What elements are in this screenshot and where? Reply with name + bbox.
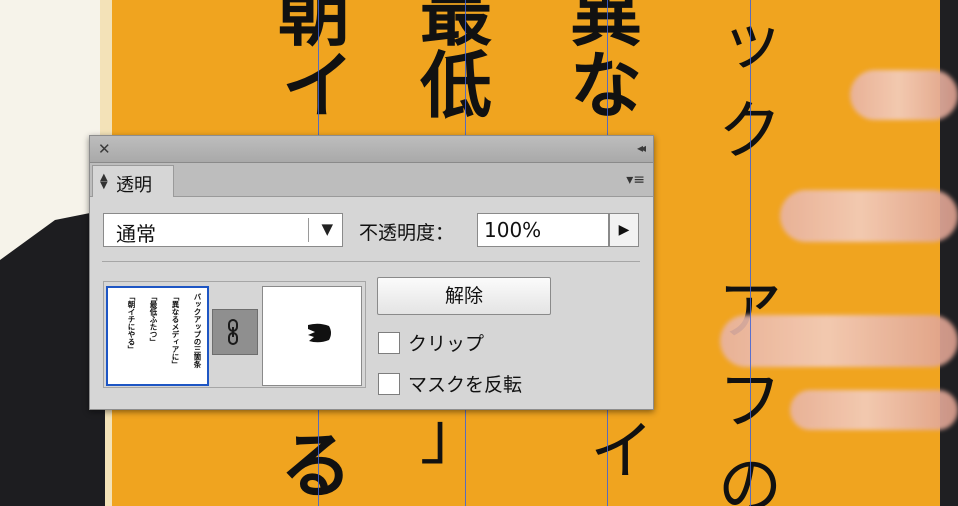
chain-link-icon — [228, 319, 238, 345]
hand-finger — [790, 390, 958, 430]
artwork-glyph: イ — [590, 415, 654, 489]
hand-finger — [780, 190, 958, 242]
blend-mode-value: 通常 — [116, 222, 156, 246]
blend-mode-dropdown[interactable]: 通常 ▼ — [103, 213, 343, 247]
artwork-glyph: る — [280, 423, 353, 506]
chevron-down-icon[interactable]: ▼ — [321, 220, 333, 238]
close-icon[interactable]: ✕ — [98, 140, 111, 158]
thumbnail-text: 「異なるメディアに」 — [171, 293, 180, 368]
artwork-glyph: な — [570, 43, 643, 128]
invert-mask-label: マスクを反転 — [408, 374, 523, 396]
artwork-glyph: ッ — [720, 5, 784, 79]
artwork-thumbnail[interactable]: バックアップの三箇条 「異なるメディアに」 「最低ふたつ」 「朝イチにやる」 — [106, 286, 209, 386]
mask-thumbnails: バックアップの三箇条 「異なるメディアに」 「最低ふたつ」 「朝イチにやる」 — [103, 281, 366, 388]
thumbnail-text: バックアップの三箇条 — [193, 293, 202, 368]
tab-expand-icon[interactable]: ▲ ▼ — [100, 173, 108, 191]
clip-checkbox[interactable] — [378, 332, 400, 354]
mask-thumbnail[interactable] — [262, 286, 362, 386]
clip-label: クリップ — [408, 333, 485, 355]
panel-menu-icon[interactable]: ▾≡ — [626, 172, 645, 188]
tab-label: 透明 — [116, 175, 152, 196]
link-mask-button[interactable] — [212, 309, 258, 355]
opacity-input[interactable]: 100% — [477, 213, 609, 247]
release-button[interactable]: 解除 — [377, 277, 551, 315]
thumbnail-text: 「最低ふたつ」 — [149, 293, 158, 346]
panel-divider — [102, 261, 640, 262]
transparency-panel: ✕ ◂◂ ▲ ▼ 透明 ▾≡ 通常 ▼ 不透明度： 100% ▶ バックアップの三… — [89, 135, 654, 410]
panel-titlebar[interactable]: ✕ ◂◂ — [90, 136, 653, 163]
guide-line — [750, 0, 751, 506]
panel-tab-row: ▲ ▼ 透明 ▾≡ — [90, 163, 653, 197]
thumbnail-text: 「朝イチにやる」 — [127, 293, 136, 353]
hand-finger — [850, 70, 958, 120]
collapse-panel-icon[interactable]: ◂◂ — [637, 141, 646, 155]
hand-finger — [720, 315, 958, 367]
artwork-glyph: 低 — [420, 43, 493, 128]
invert-mask-checkbox[interactable] — [378, 373, 400, 395]
opacity-label: 不透明度： — [359, 222, 455, 244]
opacity-slider-button[interactable]: ▶ — [609, 213, 639, 247]
artwork-glyph: 」 — [420, 400, 484, 474]
mask-shape — [308, 323, 331, 343]
dropdown-divider — [308, 218, 309, 242]
tab-transparency[interactable]: ▲ ▼ 透明 — [92, 165, 174, 197]
